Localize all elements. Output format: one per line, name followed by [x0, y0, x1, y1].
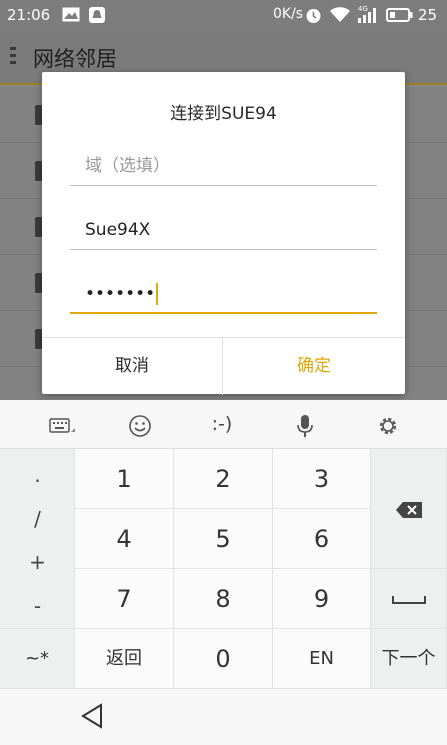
connect-dialog: 连接到SUE94 域（选填） Sue94X ••••••• 取消 确定	[42, 72, 405, 395]
username-value: Sue94X	[85, 220, 151, 240]
domain-field[interactable]: 域（选填）	[70, 146, 377, 186]
key-3[interactable]: 3	[273, 449, 371, 509]
dialog-buttons: 取消 确定	[42, 337, 405, 395]
network-speed: 0K/s	[273, 6, 304, 22]
backspace-icon	[395, 502, 422, 518]
signal-icon: 4G	[356, 4, 378, 28]
key-plus[interactable]: +	[0, 550, 75, 574]
space-icon	[391, 596, 426, 604]
settings-icon[interactable]	[358, 400, 418, 449]
wifi-icon	[330, 7, 350, 27]
password-value: •••••••	[85, 284, 156, 304]
ok-button[interactable]: 确定	[223, 338, 405, 395]
key-minus[interactable]: -	[0, 594, 75, 618]
battery-level: 25	[418, 6, 438, 24]
navigation-bar	[0, 689, 447, 745]
password-field[interactable]: •••••••	[70, 274, 377, 314]
alarm-icon	[305, 7, 322, 28]
key-5[interactable]: 5	[174, 509, 273, 569]
cancel-button[interactable]: 取消	[42, 338, 223, 395]
emoji-icon[interactable]	[110, 400, 170, 449]
key-0[interactable]: 0	[174, 629, 273, 689]
status-time: 21:06	[7, 6, 51, 24]
key-8[interactable]: 8	[174, 569, 273, 629]
svg-text:4G: 4G	[358, 5, 368, 13]
symbol-toggle-key[interactable]: ~*	[0, 629, 75, 689]
nav-back-icon[interactable]	[80, 703, 104, 733]
key-7[interactable]: 7	[75, 569, 174, 629]
key-6[interactable]: 6	[273, 509, 371, 569]
keyboard-switch-icon[interactable]	[32, 400, 92, 449]
battery-icon	[386, 8, 413, 26]
keypad: . / + - 1 2 3 4 5 6 7 8 9 ~* 返回 0 EN 下一个	[0, 449, 447, 689]
backspace-key[interactable]	[371, 449, 447, 569]
back-key[interactable]: 返回	[75, 629, 174, 689]
emoticon-label: :-)	[211, 413, 233, 435]
page-title: 网络邻居	[33, 47, 117, 71]
text-caret	[156, 283, 159, 305]
username-field[interactable]: Sue94X	[70, 210, 377, 250]
emoticon-button[interactable]: :-)	[192, 400, 252, 449]
domain-placeholder: 域（选填）	[85, 156, 170, 176]
keyboard-toolbar: :-)	[0, 400, 447, 449]
microphone-icon[interactable]	[275, 400, 335, 449]
key-4[interactable]: 4	[75, 509, 174, 569]
symbol-column: . / + -	[0, 449, 75, 629]
key-9[interactable]: 9	[273, 569, 371, 629]
language-key[interactable]: EN	[273, 629, 371, 689]
key-2[interactable]: 2	[174, 449, 273, 509]
soft-keyboard: :-) . / + - 1 2 3 4 5 6 7 8 9 ~* 返回 0 EN…	[0, 400, 447, 745]
menu-icon[interactable]	[10, 47, 18, 68]
next-key[interactable]: 下一个	[371, 629, 447, 689]
space-key[interactable]	[371, 569, 447, 629]
key-1[interactable]: 1	[75, 449, 174, 509]
dialog-title: 连接到SUE94	[170, 104, 277, 124]
key-dot[interactable]: .	[0, 463, 75, 487]
status-bar: 21:06 0K/s 4G 25	[0, 0, 447, 30]
image-icon	[62, 7, 80, 26]
notification-bell-icon	[89, 7, 105, 27]
key-slash[interactable]: /	[0, 507, 75, 531]
